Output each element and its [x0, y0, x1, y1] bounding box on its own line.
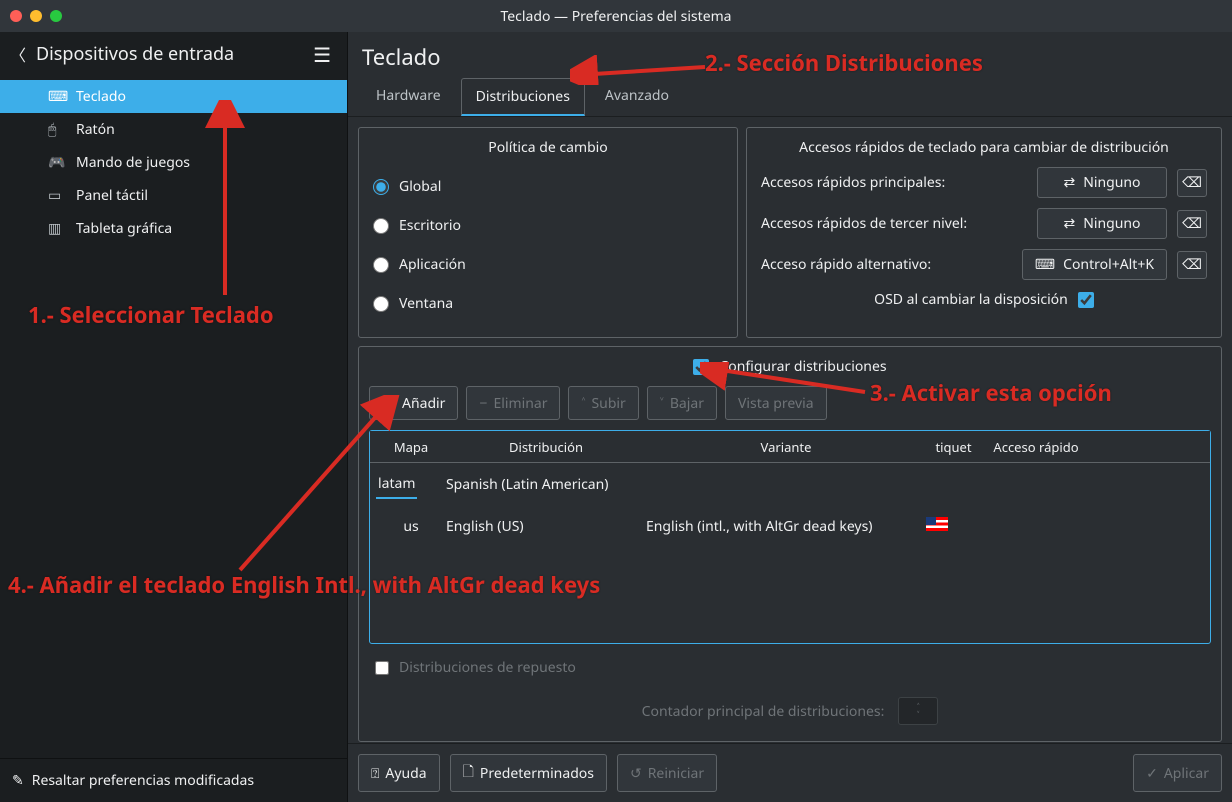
backspace-icon: ⌫ [1182, 173, 1202, 192]
sidebar-item-label: Teclado [76, 87, 126, 106]
shortcuts-group: Accesos rápidos de teclado para cambiar … [746, 127, 1222, 338]
counter-label: Contador principal de distribuciones: [642, 702, 885, 721]
clear-shortcut-alt[interactable]: ⌫ [1177, 251, 1207, 279]
gamepad-icon: 🎮 [48, 153, 65, 172]
radio-global[interactable]: Global [373, 167, 723, 206]
shortcut-alt-label: Acceso rápido alternativo: [761, 255, 1012, 274]
sidebar-item-label: Ratón [76, 120, 115, 139]
col-tiquet[interactable]: tiquet [926, 438, 981, 456]
col-mapa[interactable]: Mapa [376, 438, 446, 456]
shortcut-main-button[interactable]: ⇄ Ninguno [1037, 167, 1167, 198]
check-icon: ✓ [1146, 764, 1158, 783]
add-button[interactable]: ＋Añadir [369, 386, 458, 420]
mouse-icon: 🖱 [48, 120, 56, 139]
highlight-icon: ✎ [12, 771, 24, 790]
spare-label: Distribuciones de repuesto [399, 658, 576, 677]
down-icon: ˅ [660, 394, 664, 413]
highlight-label: Resaltar preferencias modificadas [32, 771, 254, 790]
down-button[interactable]: ˅Bajar [647, 386, 717, 420]
table-row[interactable]: latam Spanish (Latin American) [370, 463, 1210, 505]
flag-us-icon [926, 517, 948, 531]
clear-shortcut-third[interactable]: ⌫ [1177, 210, 1207, 238]
table-row[interactable]: us English (US) English (intl., with Alt… [370, 505, 1210, 547]
policy-group: Política de cambio Global Escritorio Apl… [358, 127, 738, 338]
tab-avanzado[interactable]: Avanzado [591, 78, 683, 116]
maximize-icon[interactable] [50, 10, 62, 22]
shortcut-third-button[interactable]: ⇄ Ninguno [1037, 208, 1167, 239]
document-icon: 🗋 [463, 761, 474, 785]
tab-hardware[interactable]: Hardware [362, 78, 455, 116]
apply-button[interactable]: ✓Aplicar [1133, 754, 1222, 792]
policy-title: Política de cambio [373, 138, 723, 157]
sidebar-item-teclado[interactable]: ⌨ Teclado [0, 80, 347, 113]
keyboard-icon: ⌨ [1035, 255, 1055, 274]
sidebar-item-mando[interactable]: 🎮 Mando de juegos [0, 146, 347, 179]
sidebar-title[interactable]: Dispositivos de entrada [36, 42, 297, 66]
counter-spinner[interactable]: ˄ ˅ [898, 697, 938, 725]
defaults-button[interactable]: 🗋Predeterminados [450, 754, 607, 792]
col-variante[interactable]: Variante [646, 438, 926, 456]
window-title: Teclado — Preferencias del sistema [500, 7, 731, 26]
configure-layouts-label: Configurar distribuciones [719, 357, 886, 376]
radio-aplicacion[interactable]: Aplicación [373, 245, 723, 284]
layouts-config-group: Configurar distribuciones ＋Añadir −Elimi… [358, 346, 1222, 742]
sidebar-item-raton[interactable]: 🖱 Ratón [0, 113, 347, 146]
radio-escritorio[interactable]: Escritorio [373, 206, 723, 245]
preview-button[interactable]: Vista previa [725, 386, 827, 420]
help-button[interactable]: ⍰Ayuda [358, 754, 440, 792]
sidebar-item-label: Mando de juegos [76, 153, 190, 172]
sidebar-item-panel-tactil[interactable]: ▭ Panel táctil [0, 179, 347, 212]
tablet-icon: ▥ [48, 219, 61, 238]
sidebar-item-tableta[interactable]: ▥ Tableta gráfica [0, 212, 347, 245]
clear-shortcut-main[interactable]: ⌫ [1177, 169, 1207, 197]
layouts-table: Mapa Distribución Variante tiquet Acceso… [369, 430, 1211, 644]
tab-distribuciones[interactable]: Distribuciones [461, 78, 585, 116]
remove-button[interactable]: −Eliminar [466, 386, 560, 420]
chevron-down-icon: ˅ [917, 711, 920, 719]
spare-checkbox[interactable] [375, 661, 389, 675]
back-icon[interactable]: 〈 [10, 42, 26, 66]
menu-icon[interactable]: ☰ [307, 41, 337, 68]
osd-checkbox[interactable] [1078, 292, 1094, 308]
minus-icon: − [479, 394, 487, 413]
sidebar-item-label: Tableta gráfica [76, 219, 172, 238]
touchpad-icon: ▭ [48, 186, 61, 205]
help-icon: ⍰ [371, 764, 379, 783]
reset-icon: ↺ [630, 764, 642, 783]
close-icon[interactable] [10, 10, 22, 22]
shortcut-third-label: Accesos rápidos de tercer nivel: [761, 214, 1027, 233]
radio-ventana[interactable]: Ventana [373, 284, 723, 323]
plus-icon: ＋ [382, 393, 396, 413]
minimize-icon[interactable] [30, 10, 42, 22]
shortcut-alt-button[interactable]: ⌨ Control+Alt+K [1022, 249, 1167, 280]
keyboard-icon: ⌨ [48, 87, 68, 106]
page-title: Teclado [348, 32, 1232, 78]
backspace-icon: ⌫ [1182, 214, 1202, 233]
sidebar-item-label: Panel táctil [76, 186, 148, 205]
reset-button[interactable]: ↺Reiniciar [617, 754, 717, 792]
sidebar: 〈 Dispositivos de entrada ☰ ⌨ Teclado 🖱 … [0, 32, 348, 802]
shortcuts-title: Accesos rápidos de teclado para cambiar … [761, 138, 1207, 157]
col-distribucion[interactable]: Distribución [446, 438, 646, 456]
up-icon: ˄ [581, 394, 585, 413]
titlebar: Teclado — Preferencias del sistema [0, 0, 1232, 32]
swap-icon: ⇄ [1063, 214, 1075, 233]
swap-icon: ⇄ [1063, 173, 1075, 192]
up-button[interactable]: ˄Subir [568, 386, 638, 420]
configure-layouts-checkbox[interactable] [693, 359, 709, 375]
backspace-icon: ⌫ [1182, 255, 1202, 274]
col-acceso[interactable]: Acceso rápido [981, 438, 1091, 456]
shortcut-main-label: Accesos rápidos principales: [761, 173, 1027, 192]
main-panel: Teclado Hardware Distribuciones Avanzado… [348, 32, 1232, 802]
osd-label: OSD al cambiar la disposición [874, 290, 1068, 309]
highlight-modified-button[interactable]: ✎ Resaltar preferencias modificadas [0, 758, 347, 802]
